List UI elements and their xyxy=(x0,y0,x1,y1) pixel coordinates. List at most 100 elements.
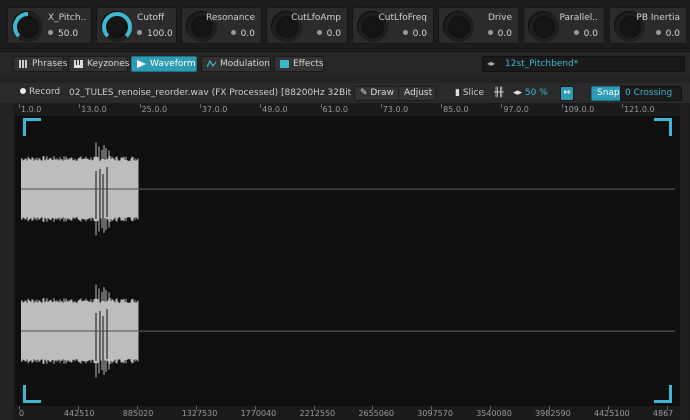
ruler-tick-label: 97.0.0 xyxy=(503,105,529,114)
knob-value-text: 0.0 xyxy=(412,29,427,39)
tab-keyzones-label: Keyzones xyxy=(87,59,130,69)
tab-waveform-label: Waveform xyxy=(150,59,196,69)
waveform-icon xyxy=(137,60,146,68)
ruler-tick-label: 2655060 xyxy=(358,409,395,418)
knob-value[interactable]: 0.0 xyxy=(573,29,598,39)
phrases-icon xyxy=(19,60,27,68)
selection-corner-top-right[interactable] xyxy=(654,118,672,136)
fx-icon xyxy=(280,60,289,68)
ruler-tick-label: 37.0.0 xyxy=(201,105,228,114)
knob-cell: X_Pitch.. 50.0 xyxy=(7,7,92,44)
ruler-tick-label: 1770040 xyxy=(240,409,277,418)
macro-knob[interactable] xyxy=(12,11,43,42)
instrument-preset-selector[interactable]: ◂▸ 12st_Pitchbend* xyxy=(482,56,685,72)
macro-knob[interactable] xyxy=(101,11,132,42)
knob-value[interactable]: 100.0 xyxy=(137,29,173,39)
ruler-tick xyxy=(320,104,322,108)
selection-corner-top-left[interactable] xyxy=(23,118,41,136)
knob-cell: Resonance 0.0 xyxy=(181,7,262,44)
ruler-tick xyxy=(380,104,382,108)
macro-knob-strip: X_Pitch.. 50.0 Cutoff 100.0 Resonance 0.0 C… xyxy=(0,0,690,50)
ruler-tick-label: 13.0.0 xyxy=(81,105,107,114)
record-button[interactable]: Record xyxy=(20,87,60,97)
snap-mode-value: 0 Crossing xyxy=(625,88,673,98)
preset-arrows-icon[interactable]: ◂▸ xyxy=(487,59,495,68)
waveform-channel-right[interactable] xyxy=(21,274,675,406)
ruler-tick xyxy=(199,104,201,108)
knob-value-text: 0.0 xyxy=(665,29,680,39)
knob-cell: PB Inertia 0.0 xyxy=(609,7,687,44)
knob-value-text: 100.0 xyxy=(147,29,173,39)
ruler-tick-label: 25.0.0 xyxy=(141,105,168,114)
tab-waveform[interactable]: Waveform xyxy=(131,56,197,72)
knob-label: CutLfoFreq xyxy=(378,13,427,23)
ruler-tick xyxy=(622,104,623,108)
ruler-tick-label: 3982590 xyxy=(535,409,571,418)
waveform-channel-left[interactable] xyxy=(21,132,675,272)
tab-effects[interactable]: Effects xyxy=(274,56,324,72)
ruler-tick-label: 1327530 xyxy=(181,409,218,418)
ruler-tick xyxy=(441,104,443,108)
zoom-control[interactable]: ◂▸ 50 % xyxy=(513,88,548,98)
ruler-tick-label: 73.0.0 xyxy=(382,105,409,114)
knob-cell: Parallel.. 0.0 xyxy=(523,7,605,44)
knob-value[interactable]: 50.0 xyxy=(48,29,78,39)
draw-button[interactable]: ✎ Draw xyxy=(354,86,400,101)
ruler-tick-label: 49.0.0 xyxy=(262,105,288,114)
macro-knob[interactable] xyxy=(443,11,474,42)
tab-keyzones[interactable]: Keyzones xyxy=(68,56,130,72)
selection-corner-bottom-left[interactable] xyxy=(23,385,41,403)
modulation-icon xyxy=(207,60,216,68)
automation-dot-icon xyxy=(316,30,322,35)
scroll-edge[interactable] xyxy=(682,103,690,420)
knob-label: Parallel.. xyxy=(559,13,598,23)
knob-value[interactable]: 0.0 xyxy=(230,29,255,39)
knob-cell: Drive 0.0 xyxy=(438,7,519,44)
ruler-tick-label: 3097570 xyxy=(417,409,453,418)
automation-dot-icon xyxy=(402,30,408,35)
knob-value[interactable]: 0.0 xyxy=(487,29,512,39)
ruler-tick xyxy=(19,104,20,108)
ruler-tick xyxy=(79,104,81,108)
adjust-button[interactable]: Adjust xyxy=(398,86,436,101)
knob-value[interactable]: 0.0 xyxy=(316,29,341,39)
beat-ruler[interactable]: 1.0.0 13.0.0 25.0.0 37.0.0 49.0.0 61.0.0 73.0.… xyxy=(15,104,680,116)
tab-modulation[interactable]: Modulation xyxy=(201,56,271,72)
macro-knob[interactable] xyxy=(528,11,559,42)
waveform-toolbar: Record 02_TULES_renoise_reorder.wav (FX … xyxy=(0,83,690,103)
ruler-tick-label: 2212550 xyxy=(299,409,336,418)
tab-phrases-label: Phrases xyxy=(32,59,68,69)
adjust-label: Adjust xyxy=(404,88,433,98)
automation-dot-icon xyxy=(48,30,53,35)
tab-phrases[interactable]: Phrases xyxy=(13,56,68,72)
slice-label: Slice xyxy=(462,88,485,98)
waveform-left xyxy=(21,142,675,236)
knob-value[interactable]: 0.0 xyxy=(402,29,427,39)
waveform-display[interactable]: 1.0.0 13.0.0 25.0.0 37.0.0 49.0.0 61.0.0 73.0.… xyxy=(14,103,681,420)
sample-info: 02_TULES_renoise_reorder.wav (FX Process… xyxy=(69,88,387,98)
zoom-arrows-icon[interactable]: ◂▸ xyxy=(513,88,522,98)
slice-marker-icon: ▮ xyxy=(455,88,460,98)
instrument-preset-name: 12st_Pitchbend* xyxy=(505,59,579,69)
zoom-fit-button[interactable]: ⇔ xyxy=(560,86,574,101)
knob-value-text: 0.0 xyxy=(497,29,512,39)
sampler-tabs-row: Phrases Keyzones Waveform Modulation Eff… xyxy=(0,51,690,75)
snap-label: Snap xyxy=(597,88,620,98)
knob-cell: CutLfoAmp 0.0 xyxy=(266,7,348,44)
ruler-tick xyxy=(260,104,262,108)
sample-ruler[interactable]: 0 442510 885020 1327530 1770040 2212550 265506… xyxy=(15,406,680,419)
selection-corner-bottom-right[interactable] xyxy=(654,385,672,403)
draw-label: Draw xyxy=(370,88,394,98)
automation-dot-icon xyxy=(487,30,493,35)
slice-button[interactable]: ▮ Slice xyxy=(455,88,484,98)
knob-value[interactable]: 0.0 xyxy=(655,29,680,39)
knob-label: Drive xyxy=(488,13,512,23)
tab-modulation-label: Modulation xyxy=(220,59,270,69)
ruler-tick-label: 4425100 xyxy=(594,409,630,418)
keyzones-icon xyxy=(74,60,83,68)
slice-grid-icon[interactable]: ╫╫ xyxy=(494,88,504,98)
ruler-tick-label: 61.0.0 xyxy=(322,105,348,114)
knob-label: X_Pitch.. xyxy=(48,13,87,23)
automation-dot-icon xyxy=(655,30,661,35)
snap-mode-select[interactable]: 0 Crossing ▾ xyxy=(620,86,682,101)
